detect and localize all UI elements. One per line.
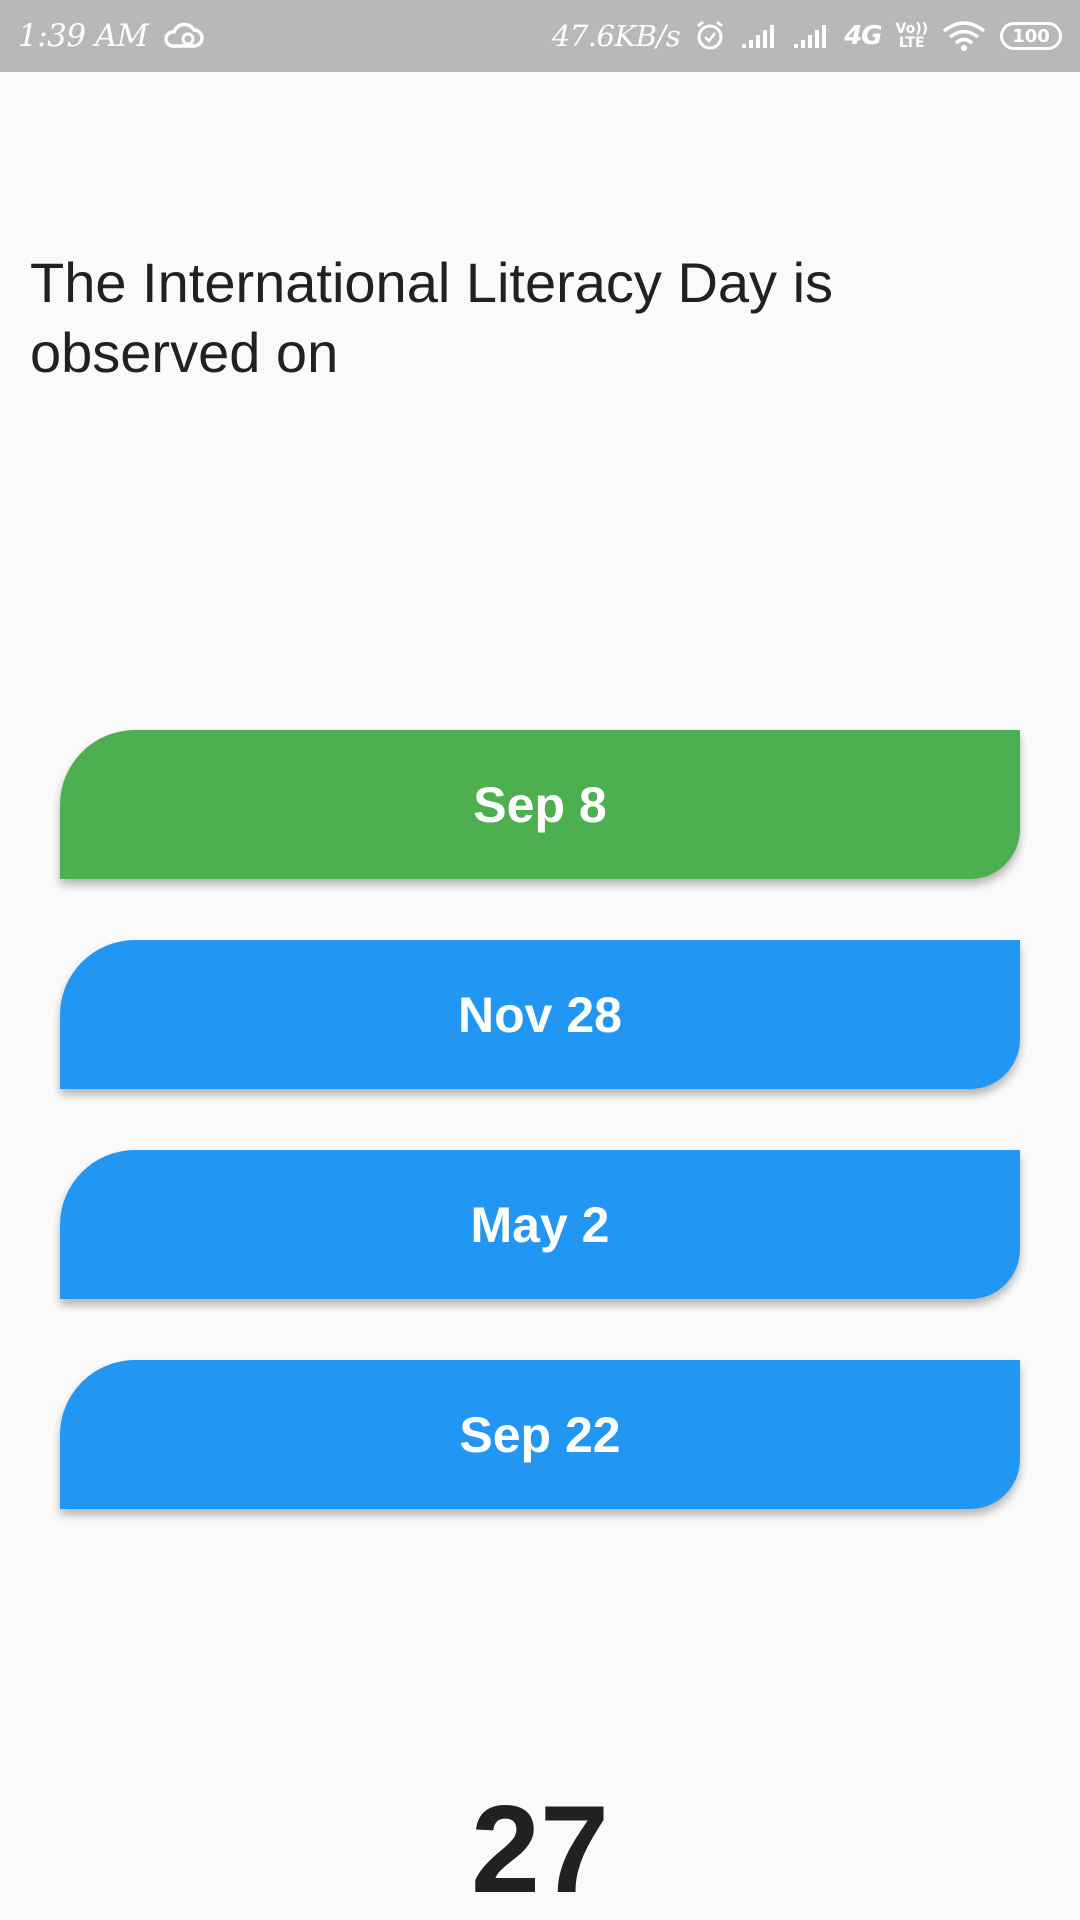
answer-option[interactable]: May 2	[60, 1150, 1020, 1299]
volte-bottom: LTE	[898, 35, 925, 51]
status-bar-right: 47.6KB/s 4G Vo)) LTE 100	[552, 19, 1062, 53]
status-time: 1:39 AM	[18, 18, 149, 54]
volte-top: Vo))	[895, 21, 928, 37]
wifi-icon	[942, 21, 986, 51]
answer-option[interactable]: Nov 28	[60, 940, 1020, 1089]
volte-indicator: Vo)) LTE	[896, 22, 928, 50]
battery-icon: 100	[1000, 22, 1062, 50]
signal-icon	[792, 22, 830, 50]
battery-level: 100	[1012, 25, 1050, 47]
countdown-timer: 27	[471, 1781, 609, 1919]
alarm-icon	[694, 20, 726, 52]
answer-option-label: Sep 22	[459, 1406, 621, 1463]
network-speed: 47.6KB/s	[551, 19, 681, 53]
answer-option-label: May 2	[470, 1196, 610, 1253]
answer-option[interactable]: Sep 8	[60, 730, 1020, 879]
answer-option[interactable]: Sep 22	[60, 1360, 1020, 1509]
signal-icon	[740, 22, 778, 50]
answer-option-label: Sep 8	[473, 776, 607, 833]
status-bar: 1:39 AM 47.6KB/s 4G Vo)) LTE 100	[0, 0, 1080, 72]
question-text: The International Literacy Day is observ…	[30, 251, 834, 384]
network-type: 4G	[844, 21, 882, 51]
status-bar-left: 1:39 AM	[18, 18, 204, 54]
cloud-icon	[162, 22, 204, 50]
answer-option-label: Nov 28	[458, 986, 622, 1043]
